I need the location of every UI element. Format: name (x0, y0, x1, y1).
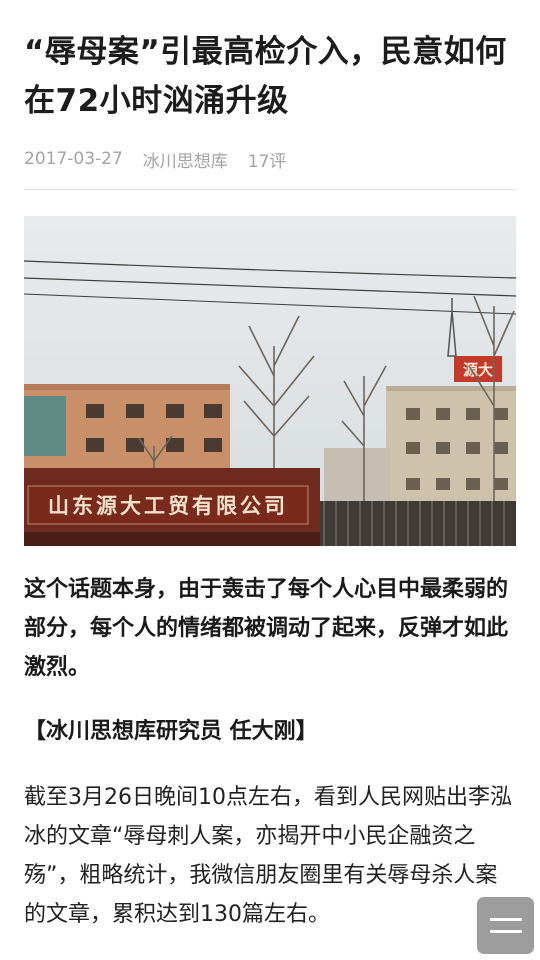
menu-icon-line (489, 930, 522, 933)
article-date: 2017-03-27 (24, 149, 123, 169)
article-title: “辱母案”引最高检介入，民意如何在72小时汹涌升级 (24, 34, 507, 119)
article-byline: 【冰川思想库研究员 任大刚】 (24, 719, 318, 744)
article-lead: 这个话题本身，由于轰击了每个人心目中最柔弱的部分，每个人的情绪都被调动了起来，反… (24, 577, 509, 680)
comment-count[interactable]: 17评 (248, 147, 287, 172)
article-body: 截至3月26日晚间10点左右，看到人民网贴出李泓冰的文章“辱母刺人案，亦揭开中小… (24, 785, 512, 927)
article-photo[interactable]: 源大 山东源大工贸有限公司 (24, 216, 516, 546)
floating-menu-button[interactable] (477, 897, 534, 954)
menu-icon (489, 918, 522, 921)
divider (24, 189, 516, 190)
roof-sign-text: 源大 (463, 361, 493, 379)
photo-illustration: 源大 山东源大工贸有限公司 (24, 216, 516, 546)
article-page: “辱母案”引最高检介入，民意如何在72小时汹涌升级 2017-03-27 冰川思… (0, 0, 540, 960)
article-source[interactable]: 冰川思想库 (143, 147, 228, 172)
company-sign-text: 山东源大工贸有限公司 (48, 493, 288, 518)
article-meta: 2017-03-27 冰川思想库 17评 (24, 146, 286, 172)
